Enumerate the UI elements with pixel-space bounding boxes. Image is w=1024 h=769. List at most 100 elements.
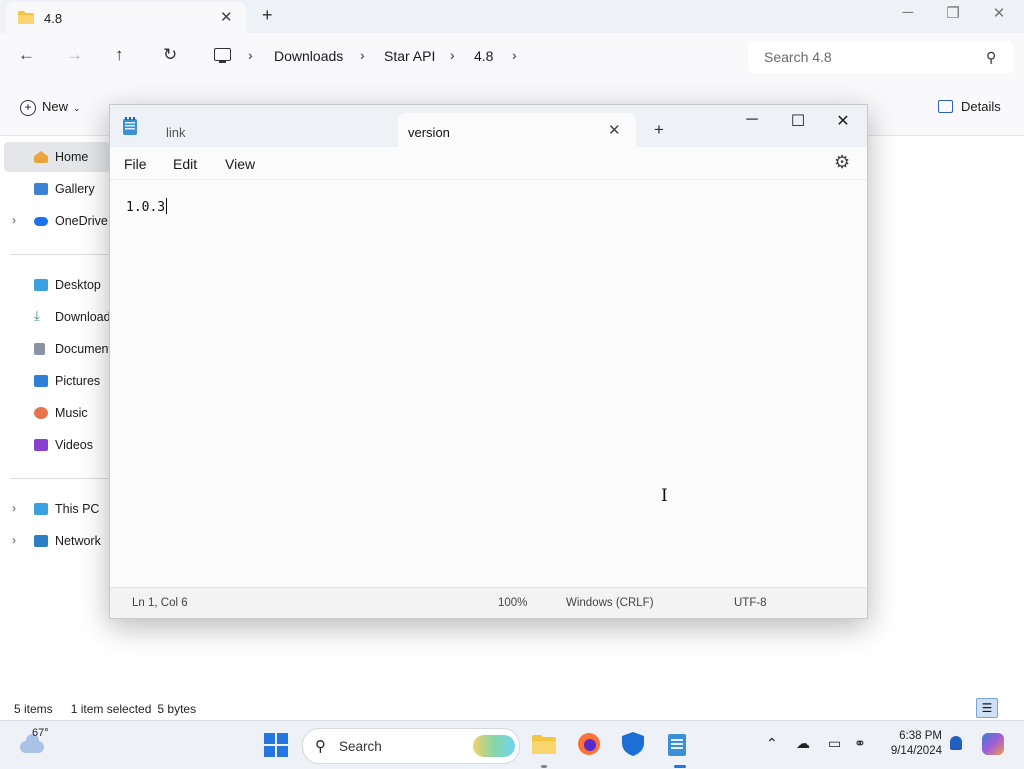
copilot-icon[interactable] (982, 733, 1004, 755)
network-icon (34, 535, 48, 547)
videos-icon (34, 439, 48, 451)
nav-item-desktop[interactable]: Desktop (0, 270, 110, 300)
new-button-label: New (42, 99, 69, 114)
breadcrumb-downloads[interactable]: Downloads (274, 48, 343, 64)
close-tab-icon[interactable]: ✕ (220, 8, 233, 26)
chevron-right-icon[interactable]: › (450, 47, 455, 63)
display-icon[interactable]: ▭ (828, 735, 841, 752)
gear-icon[interactable]: ⚙ (834, 152, 850, 173)
up-arrow-icon[interactable]: ↑ (115, 45, 124, 65)
cursor-position: Ln 1, Col 6 (132, 597, 188, 609)
close-tab-icon[interactable]: ✕ (608, 121, 621, 139)
file-explorer-icon[interactable] (531, 731, 557, 757)
taskbar-search[interactable]: ⚲ Search (302, 728, 520, 764)
chevron-right-icon[interactable]: › (248, 47, 253, 63)
nav-divider (10, 254, 110, 255)
nav-item-pictures[interactable]: Pictures (0, 366, 110, 396)
chevron-up-icon[interactable]: ⌃ (766, 735, 778, 752)
details-button[interactable]: Details (938, 99, 1001, 114)
chevron-right-icon[interactable]: › (12, 213, 16, 227)
new-tab-button[interactable]: + (654, 120, 664, 140)
network-status-icon[interactable]: ⚭ (854, 735, 866, 752)
text-caret (166, 198, 168, 214)
nav-item-label: Network (55, 534, 101, 548)
notepad-menu-bar: File Edit View ⚙ (110, 147, 867, 179)
refresh-icon[interactable]: ↻ (163, 45, 177, 65)
explorer-search-input[interactable]: Search 4.8 ⚲ (748, 41, 1014, 73)
menu-file[interactable]: File (124, 156, 147, 172)
maximize-icon[interactable]: ☐ (778, 111, 818, 131)
item-count: 5 items (14, 702, 53, 716)
notification-bell-icon[interactable] (950, 736, 962, 750)
chevron-right-icon[interactable]: › (360, 47, 365, 63)
clock-time: 6:38 PM (899, 730, 942, 742)
explorer-status-bar: 5 items 1 item selected 5 bytes (14, 702, 214, 716)
start-button[interactable] (264, 733, 288, 757)
nav-item-downloads[interactable]: ⤓ Downloads (0, 302, 117, 332)
new-button[interactable]: + New ⌄ (20, 99, 81, 116)
nav-item-label: This PC (55, 502, 100, 516)
line-ending[interactable]: Windows (CRLF) (566, 597, 654, 609)
weather-widget[interactable]: 67° (20, 727, 80, 763)
new-tab-button[interactable]: + (262, 5, 273, 26)
nav-item-videos[interactable]: Videos (0, 430, 110, 460)
home-icon (34, 151, 48, 163)
defender-shield-icon[interactable] (620, 731, 646, 757)
close-window-icon[interactable]: ✕ (984, 4, 1014, 22)
details-view-icon[interactable]: ☰ (976, 698, 998, 718)
pictures-icon (34, 375, 48, 387)
notepad-tab-version[interactable]: version ✕ (398, 113, 636, 147)
menu-edit[interactable]: Edit (173, 156, 197, 172)
explorer-tab[interactable]: 4.8 ✕ (6, 2, 246, 33)
encoding[interactable]: UTF-8 (734, 597, 767, 609)
document-icon (34, 343, 45, 355)
tab-label: version (408, 125, 450, 140)
computer-icon (34, 503, 48, 515)
nav-item-music[interactable]: Music (0, 398, 110, 428)
weather-temperature: 67° (32, 727, 49, 739)
chevron-right-icon[interactable]: › (512, 47, 517, 63)
chevron-right-icon[interactable]: › (12, 533, 16, 547)
details-pane-icon (938, 100, 953, 113)
desktop-icon (34, 279, 48, 291)
nav-item-gallery[interactable]: Gallery (0, 174, 110, 204)
breadcrumb-4-8[interactable]: 4.8 (474, 48, 493, 64)
gallery-icon (34, 183, 48, 195)
minimize-icon[interactable]: ─ (893, 4, 923, 21)
close-window-icon[interactable]: ✕ (823, 111, 863, 131)
firefox-icon[interactable] (576, 731, 602, 757)
search-icon: ⚲ (986, 49, 997, 65)
explorer-tab-title: 4.8 (44, 11, 63, 26)
notepad-icon[interactable] (664, 731, 690, 757)
minimize-icon[interactable]: ─ (732, 111, 772, 129)
nav-item-label: Pictures (55, 374, 101, 388)
nav-item-home[interactable]: Home (4, 142, 110, 172)
address-bar: ← → ↑ ↻ › Downloads › Star API › 4.8 › S… (0, 33, 1024, 81)
breadcrumb-star-api[interactable]: Star API (384, 48, 435, 64)
nav-item-label: Music (55, 406, 88, 420)
text-cursor-icon: I (661, 486, 668, 506)
computer-icon[interactable] (214, 48, 231, 63)
editor-content[interactable]: 1.0.3 (126, 198, 168, 215)
tab-label: link (166, 125, 186, 140)
menu-view[interactable]: View (225, 156, 255, 172)
zoom-level[interactable]: 100% (498, 597, 527, 609)
nav-item-network[interactable]: › Network (0, 526, 110, 556)
search-placeholder: Search 4.8 (764, 49, 832, 65)
nav-item-onedrive[interactable]: › OneDrive (0, 206, 110, 236)
notepad-tab-link[interactable]: link (118, 113, 398, 147)
music-icon (34, 407, 48, 419)
back-arrow-icon[interactable]: ← (18, 45, 35, 65)
onedrive-offline-icon[interactable]: ☁ (796, 735, 810, 752)
chevron-right-icon[interactable]: › (12, 501, 16, 515)
forward-arrow-icon[interactable]: → (66, 45, 83, 65)
nav-item-label: Videos (55, 438, 93, 452)
cloud-icon (34, 217, 48, 226)
nav-item-this-pc[interactable]: › This PC (0, 494, 110, 524)
cloud-icon (20, 734, 44, 753)
nav-item-documents[interactable]: Documents (0, 334, 118, 364)
nav-item-label: OneDrive (55, 214, 108, 228)
taskbar-clock[interactable]: 6:38 PM 9/14/2024 (880, 729, 942, 759)
text-editor[interactable]: 1.0.3 I (110, 179, 867, 588)
restore-icon[interactable]: ❐ (938, 4, 968, 22)
